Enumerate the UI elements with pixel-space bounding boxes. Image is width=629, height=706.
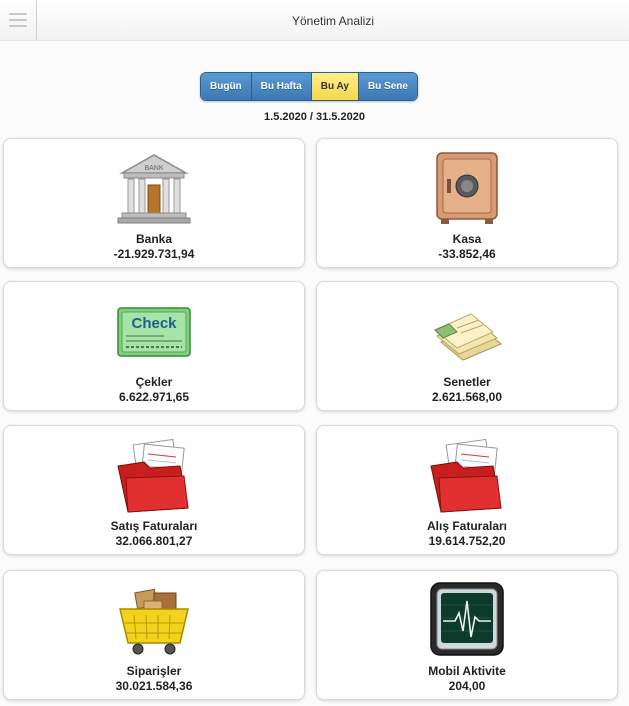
check-icon: Check <box>117 307 191 357</box>
tile-label: Alış Faturaları <box>426 519 508 533</box>
tile-siparisler[interactable]: Siparişler 30.021.584,36 <box>3 570 305 700</box>
tile-label: Çekler <box>135 375 173 389</box>
tile-label: Kasa <box>452 232 482 246</box>
tile-banka[interactable]: BANK Banka -21.929.731,94 <box>3 138 305 268</box>
tile-value: 2.621.568,00 <box>431 390 503 404</box>
period-year-button[interactable]: Bu Sene <box>358 73 417 100</box>
tile-kasa[interactable]: Kasa -33.852,46 <box>316 138 618 268</box>
monitor-pulse-icon <box>430 582 504 656</box>
bank-icon: BANK <box>117 154 191 224</box>
tile-label: Mobil Aktivite <box>428 664 506 678</box>
invoice-folder-icon <box>117 438 189 513</box>
safe-icon <box>436 152 498 224</box>
tile-mobil-aktivite[interactable]: Mobil Aktivite 204,00 <box>316 570 618 700</box>
tile-value: 30.021.584,36 <box>115 679 193 693</box>
tile-label: Banka <box>135 232 173 246</box>
invoice-folder-icon <box>430 438 502 513</box>
tile-satis-faturalari[interactable]: Satış Faturaları 32.066.801,27 <box>3 425 305 555</box>
tile-value: 19.614.752,20 <box>428 534 506 548</box>
period-month-button[interactable]: Bu Ay <box>311 73 359 100</box>
tile-label: Senetler <box>443 375 491 389</box>
tile-label: Satış Faturaları <box>110 519 198 533</box>
promissory-notes-icon <box>434 313 502 361</box>
tile-value: 32.066.801,27 <box>115 534 193 548</box>
date-range: 1.5.2020 / 31.5.2020 <box>264 111 365 123</box>
tile-value: 6.622.971,65 <box>118 390 190 404</box>
shopping-basket-icon <box>119 588 189 655</box>
period-today-button[interactable]: Bugün <box>201 73 252 100</box>
tile-value: -33.852,46 <box>438 247 496 261</box>
period-week-button[interactable]: Bu Hafta <box>251 73 312 100</box>
tile-value: -21.929.731,94 <box>113 247 195 261</box>
tile-alis-faturalari[interactable]: Alış Faturaları 19.614.752,20 <box>316 425 618 555</box>
page-title: Yönetim Analizi <box>291 14 375 28</box>
top-header: Yönetim Analizi <box>0 0 629 41</box>
svg-text:BANK: BANK <box>144 165 163 172</box>
tile-cekler[interactable]: Check Çekler 6.622.971,65 <box>3 281 305 411</box>
hamburger-menu-icon[interactable] <box>0 0 37 40</box>
tile-value: 204,00 <box>448 679 486 693</box>
tile-senetler[interactable]: Senetler 2.621.568,00 <box>316 281 618 411</box>
period-selector: Bugün Bu Hafta Bu Ay Bu Sene <box>200 72 418 101</box>
svg-text:Check: Check <box>131 315 177 332</box>
tile-label: Siparişler <box>126 664 182 678</box>
